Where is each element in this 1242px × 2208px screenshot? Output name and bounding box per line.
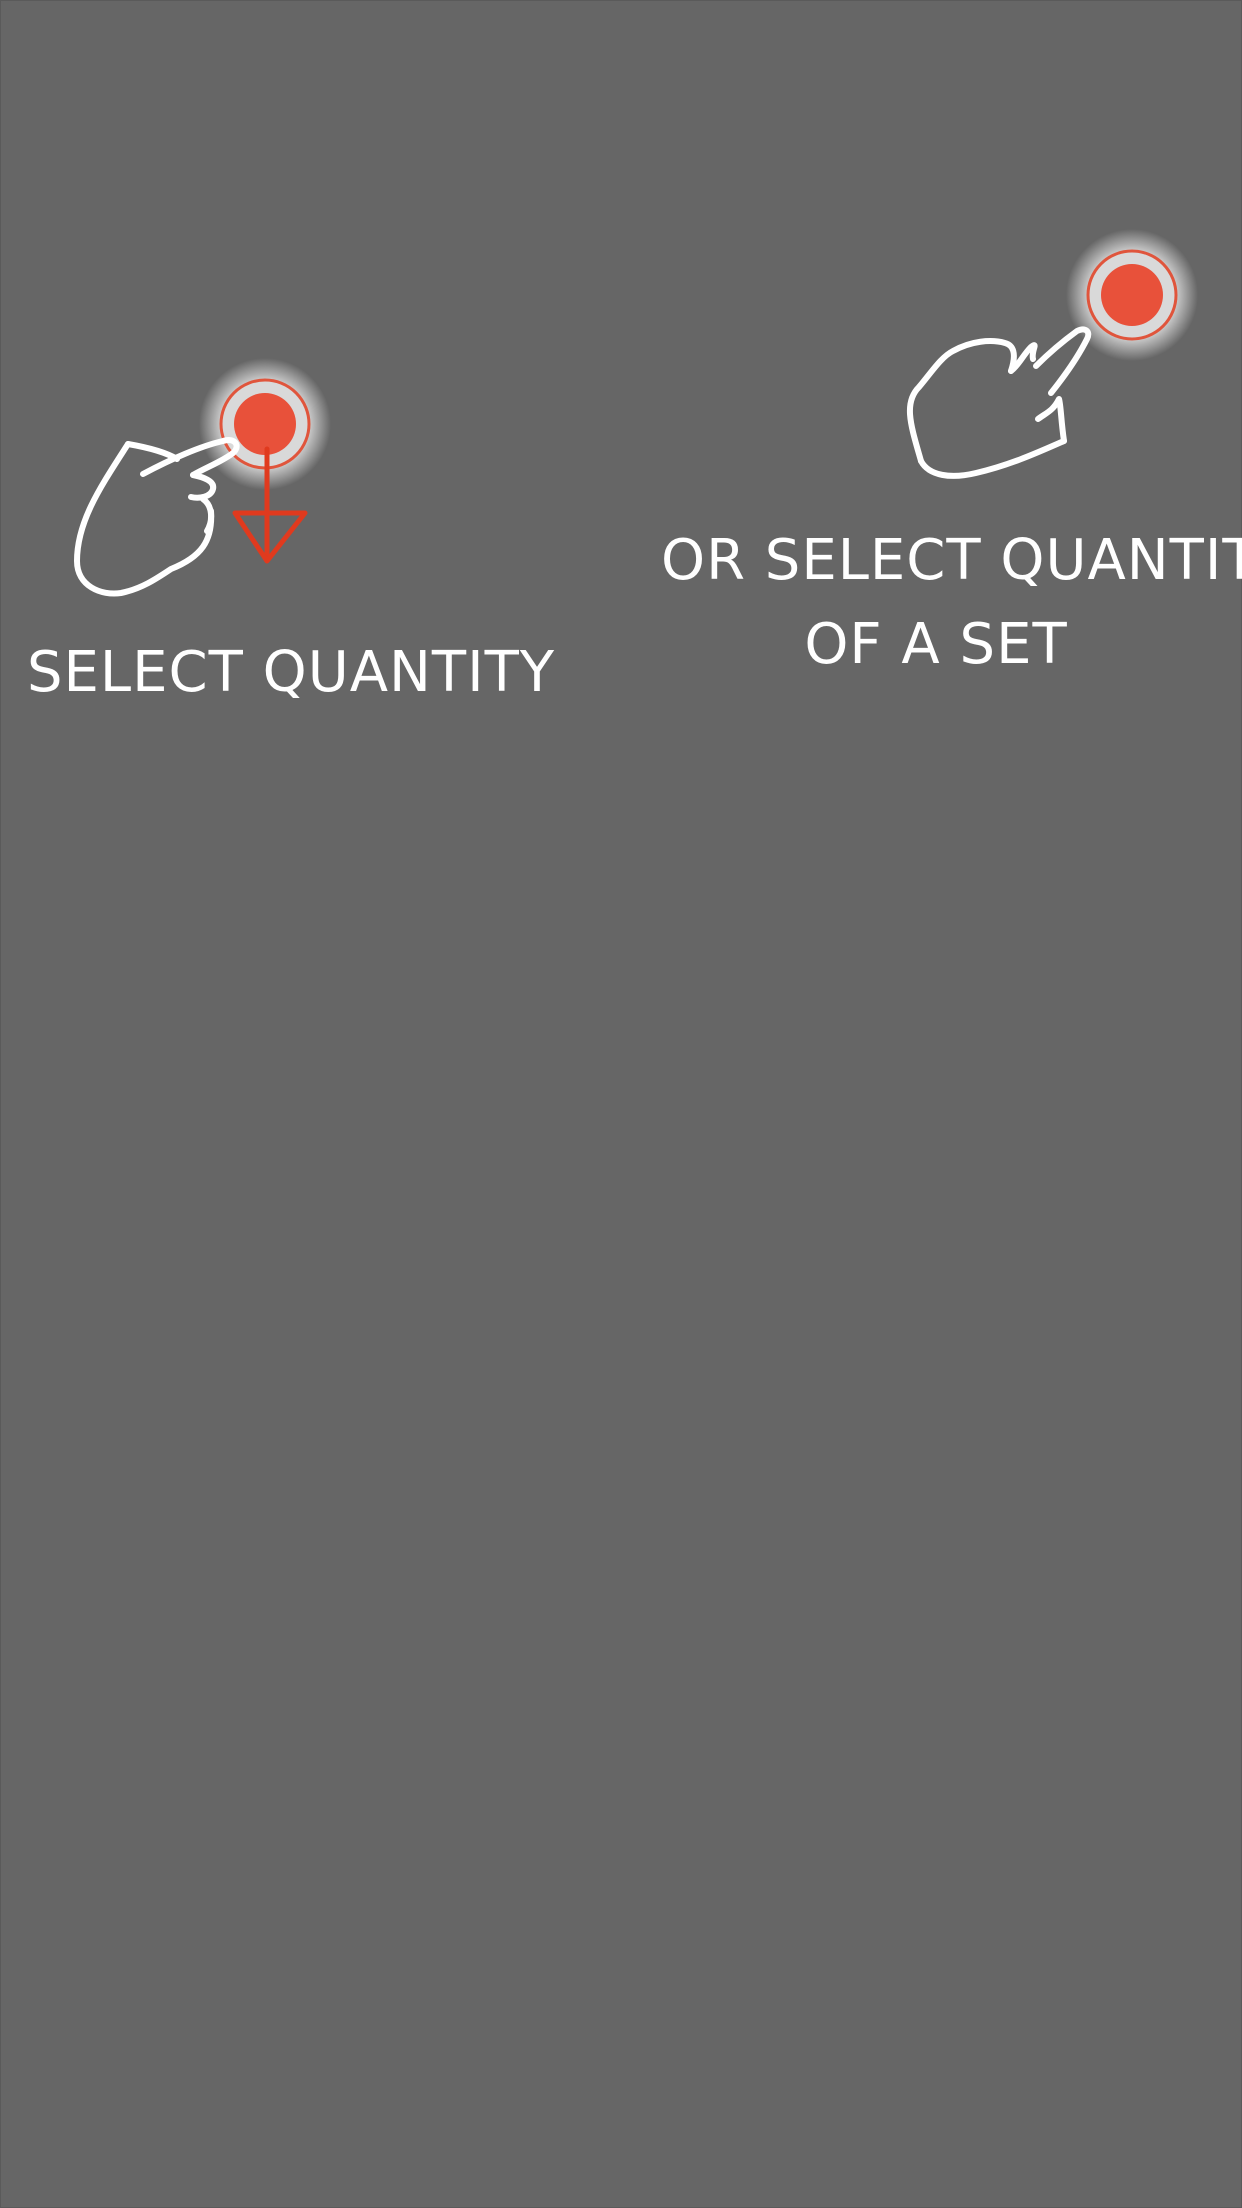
pointing-hand-icon bbox=[906, 326, 1092, 479]
select-set-caption-line1: OR SELECT QUANTITY bbox=[661, 528, 1242, 593]
tutorial-overlay[interactable]: SELECT QUANTITY OR SELECT QUANTITY OF A … bbox=[0, 0, 1242, 2208]
select-set-illustration bbox=[906, 229, 1198, 479]
select-quantity-illustration bbox=[74, 358, 331, 597]
select-set-caption: OR SELECT QUANTITY OF A SET bbox=[661, 519, 1242, 687]
select-quantity-hint bbox=[1, 1, 621, 721]
select-quantity-caption: SELECT QUANTITY bbox=[27, 640, 556, 705]
pointing-hand-icon bbox=[74, 437, 240, 597]
select-set-caption-line2: OF A SET bbox=[804, 612, 1068, 677]
select-set-hint bbox=[621, 1, 1242, 521]
